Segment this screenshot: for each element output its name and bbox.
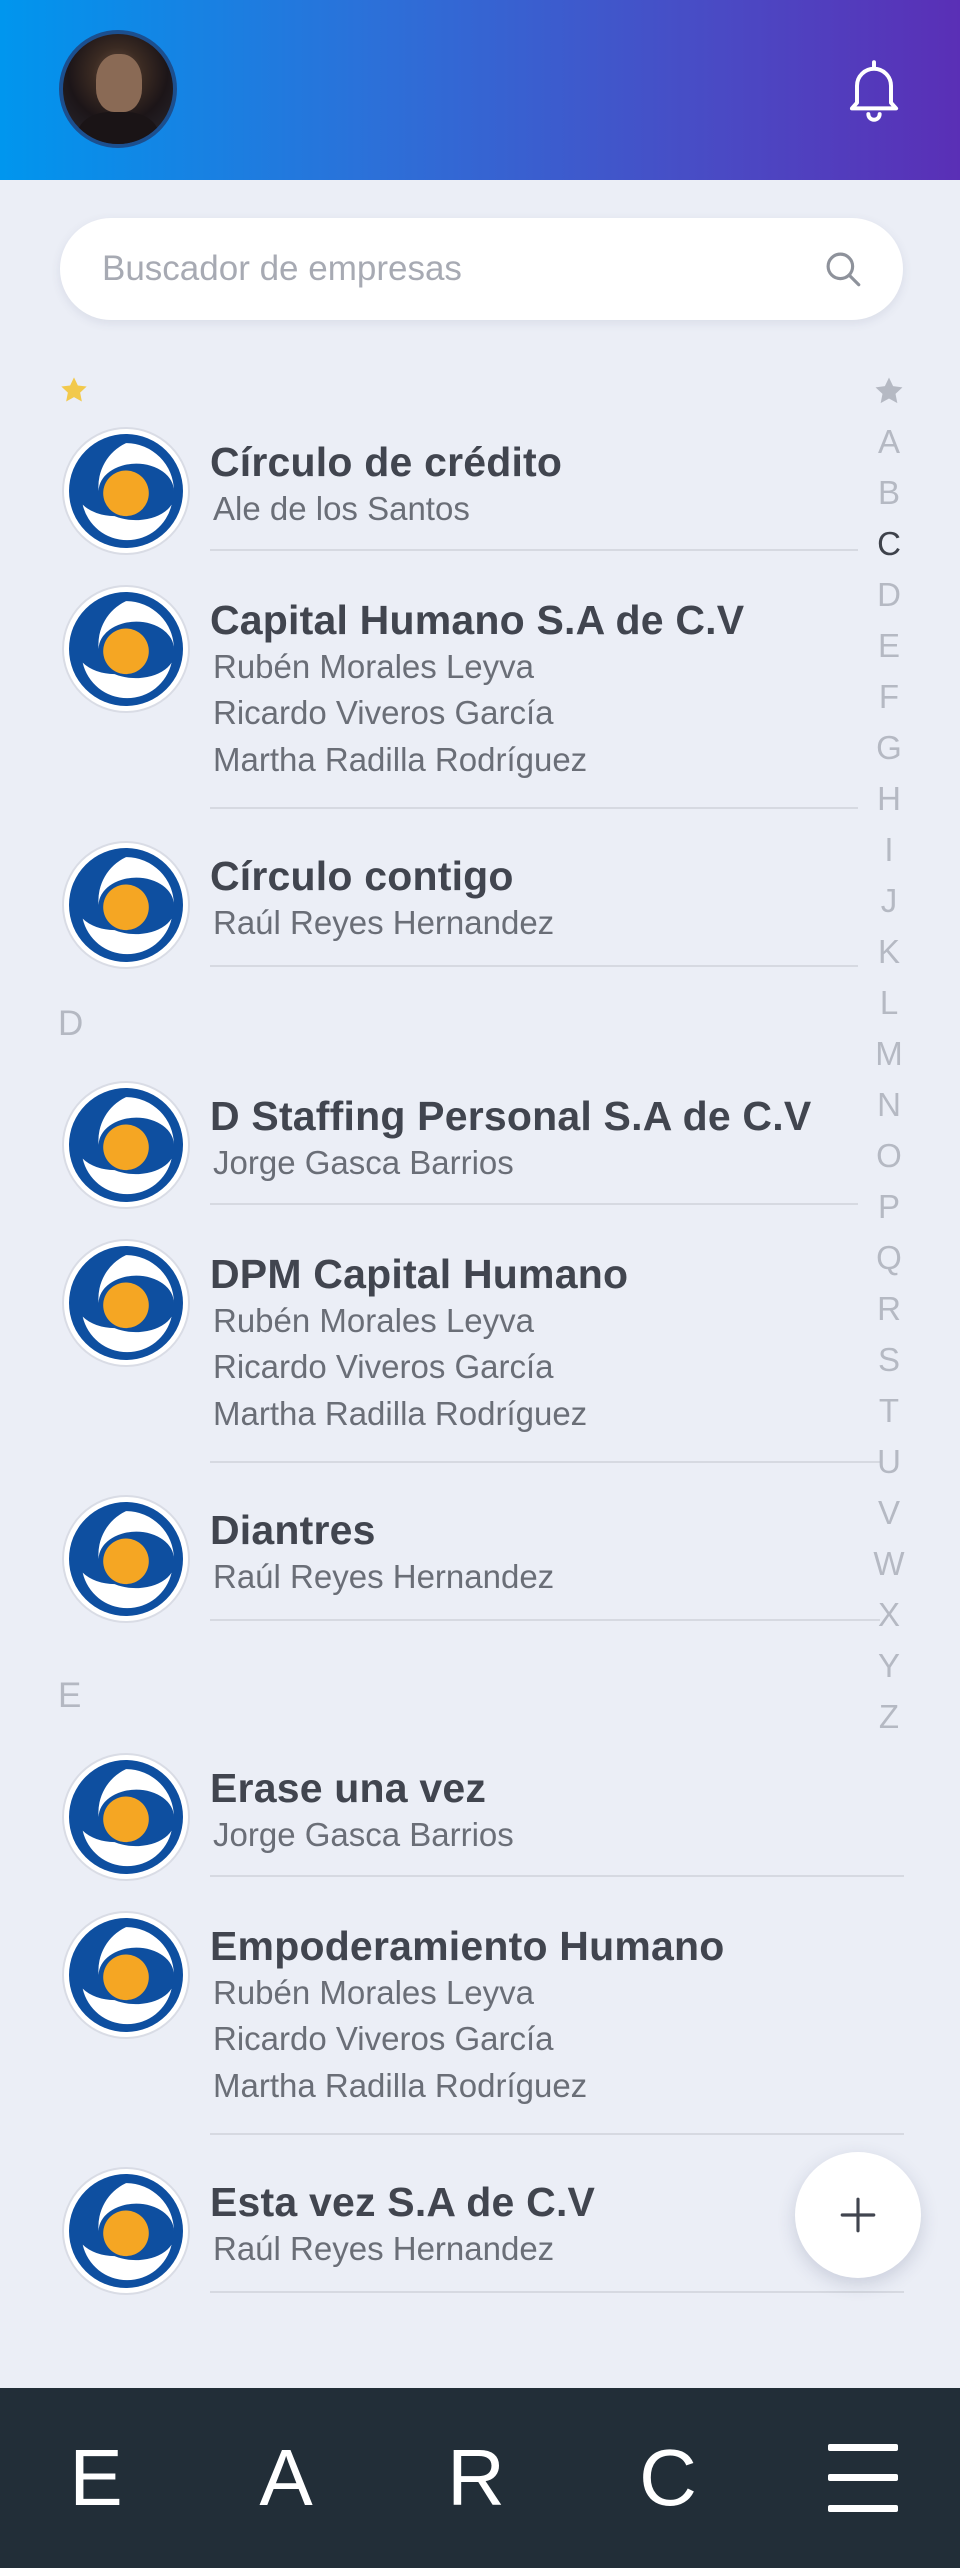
company-contact: Ale de los Santos xyxy=(213,490,470,527)
alphabet-index-letter[interactable]: T xyxy=(872,1394,906,1427)
favorites-section-star-icon xyxy=(61,377,87,402)
company-logo xyxy=(62,1911,190,2039)
nav-item-e[interactable]: E xyxy=(36,2388,156,2568)
company-list-item[interactable]: Círculo contigo Raúl Reyes Hernandez xyxy=(0,839,960,969)
company-contact: Martha Radilla Rodríguez xyxy=(213,2067,588,2104)
company-logo xyxy=(62,427,190,555)
plus-icon xyxy=(840,2197,876,2233)
search-input[interactable] xyxy=(102,218,782,320)
company-contact: Ricardo Viveros García xyxy=(213,1348,554,1385)
company-list-item[interactable]: Empoderamiento Humano Rubén Morales Leyv… xyxy=(0,1909,960,2135)
alphabet-index-letter[interactable]: P xyxy=(872,1190,906,1223)
nav-item-c[interactable]: C xyxy=(608,2388,728,2568)
alphabet-index-letter[interactable]: S xyxy=(872,1343,906,1376)
company-contact: Raúl Reyes Hernandez xyxy=(213,1558,555,1595)
user-avatar[interactable] xyxy=(59,30,177,148)
alphabet-index-letter[interactable]: N xyxy=(872,1088,906,1121)
company-name: Círculo contigo xyxy=(210,853,514,899)
section-header-d: D xyxy=(58,1004,84,1043)
alphabet-index-letter[interactable]: H xyxy=(872,782,906,815)
company-logo xyxy=(62,841,190,969)
company-name: Diantres xyxy=(210,1507,376,1553)
company-list-item[interactable]: Capital Humano S.A de C.V Rubén Morales … xyxy=(0,583,960,809)
bell-icon[interactable] xyxy=(840,56,908,124)
alphabet-index-letter[interactable]: I xyxy=(872,833,906,866)
alphabet-index-letter[interactable]: L xyxy=(872,986,906,1019)
hamburger-menu-icon[interactable] xyxy=(828,2444,898,2512)
company-name: D Staffing Personal S.A de C.V xyxy=(210,1093,812,1139)
alphabet-index-letter[interactable]: F xyxy=(872,680,906,713)
company-contact: Martha Radilla Rodríguez xyxy=(213,741,588,778)
divider xyxy=(210,1875,904,1877)
nav-item-r[interactable]: R xyxy=(416,2388,536,2568)
divider xyxy=(210,2291,904,2293)
alphabet-index-letter[interactable]: E xyxy=(872,629,906,662)
company-contact: Ricardo Viveros García xyxy=(213,694,554,731)
alphabet-index-letter[interactable]: U xyxy=(872,1445,906,1478)
add-company-button[interactable] xyxy=(795,2152,921,2278)
divider xyxy=(210,2133,904,2135)
alphabet-index-letter[interactable]: W xyxy=(872,1547,906,1580)
divider xyxy=(210,807,858,809)
company-logo xyxy=(62,585,190,713)
company-contact: Jorge Gasca Barrios xyxy=(213,1816,514,1853)
company-contact: Rubén Morales Leyva xyxy=(213,1302,535,1339)
company-logo xyxy=(62,1239,190,1367)
divider xyxy=(210,965,858,967)
alphabet-index-letter[interactable]: O xyxy=(872,1139,906,1172)
company-name: Capital Humano S.A de C.V xyxy=(210,597,745,643)
alphabet-index-letter[interactable]: A xyxy=(872,425,906,458)
alphabet-index-letter-active[interactable]: C xyxy=(872,527,906,560)
divider xyxy=(210,1619,880,1621)
company-contact: Rubén Morales Leyva xyxy=(213,648,535,685)
search-icon[interactable] xyxy=(822,248,864,290)
company-logo xyxy=(62,1753,190,1881)
alphabet-index-letter[interactable]: X xyxy=(872,1598,906,1631)
divider xyxy=(210,1203,858,1205)
company-contact: Ricardo Viveros García xyxy=(213,2020,554,2057)
alphabet-index-letter[interactable]: J xyxy=(872,884,906,917)
company-logo xyxy=(62,1495,190,1623)
company-name: Empoderamiento Humano xyxy=(210,1923,725,1969)
company-contact: Raúl Reyes Hernandez xyxy=(213,2230,555,2267)
company-list-item[interactable]: Círculo de crédito Ale de los Santos xyxy=(0,425,960,555)
company-name: Esta vez S.A de C.V xyxy=(210,2179,596,2225)
company-contact: Rubén Morales Leyva xyxy=(213,1974,535,2011)
company-logo xyxy=(62,2167,190,2295)
nav-item-a[interactable]: A xyxy=(226,2388,346,2568)
company-contact: Raúl Reyes Hernandez xyxy=(213,904,555,941)
alphabet-index-letter[interactable]: G xyxy=(872,731,906,764)
company-list-item[interactable]: Erase una vez Jorge Gasca Barrios xyxy=(0,1751,960,1881)
alphabet-index-letter[interactable]: Q xyxy=(872,1241,906,1274)
company-name: DPM Capital Humano xyxy=(210,1251,629,1297)
alphabet-index-letter[interactable]: B xyxy=(872,476,906,509)
company-search-bar[interactable] xyxy=(60,218,903,320)
alphabet-index-letter[interactable]: D xyxy=(872,578,906,611)
alphabet-index-letter[interactable]: Z xyxy=(872,1700,906,1733)
company-contact: Martha Radilla Rodríguez xyxy=(213,1395,588,1432)
alphabet-index-letter[interactable]: Y xyxy=(872,1649,906,1682)
divider xyxy=(210,1461,880,1463)
alphabet-index-letter[interactable]: K xyxy=(872,935,906,968)
section-header-e: E xyxy=(58,1676,82,1715)
company-list-item[interactable]: Diantres Raúl Reyes Hernandez xyxy=(0,1493,960,1623)
alphabet-index-star-icon[interactable] xyxy=(872,374,906,408)
company-logo xyxy=(62,1081,190,1209)
company-name: Erase una vez xyxy=(210,1765,487,1811)
bottom-navigation: E A R C xyxy=(0,2388,960,2568)
alphabet-index-letter[interactable]: V xyxy=(872,1496,906,1529)
app-header xyxy=(0,0,960,180)
company-name: Círculo de crédito xyxy=(210,439,563,485)
company-contact: Jorge Gasca Barrios xyxy=(213,1144,514,1181)
alphabet-index-letter[interactable]: R xyxy=(872,1292,906,1325)
divider xyxy=(210,549,858,551)
alphabet-index-letter[interactable]: M xyxy=(872,1037,906,1070)
company-list-item[interactable]: DPM Capital Humano Rubén Morales Leyva R… xyxy=(0,1237,960,1463)
company-list-item[interactable]: D Staffing Personal S.A de C.V Jorge Gas… xyxy=(0,1079,960,1209)
